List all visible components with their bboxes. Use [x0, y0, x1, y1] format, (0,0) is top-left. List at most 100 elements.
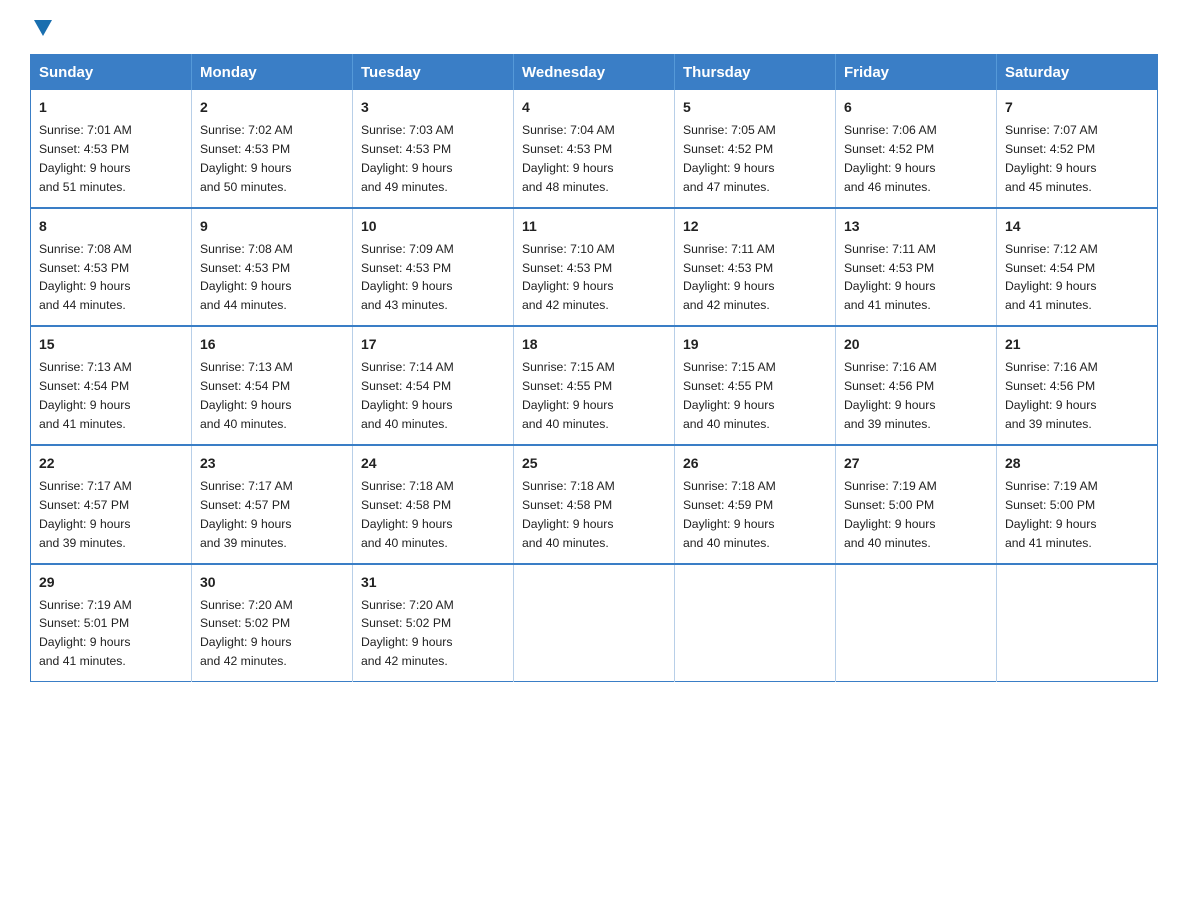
calendar-day-cell [836, 564, 997, 682]
day-number: 10 [361, 216, 505, 237]
day-number: 12 [683, 216, 827, 237]
calendar-day-cell: 16 Sunrise: 7:13 AMSunset: 4:54 PMDaylig… [192, 326, 353, 445]
day-number: 14 [1005, 216, 1149, 237]
day-info: Sunrise: 7:16 AMSunset: 4:56 PMDaylight:… [1005, 360, 1098, 431]
day-number: 31 [361, 572, 505, 593]
calendar-day-cell: 6 Sunrise: 7:06 AMSunset: 4:52 PMDayligh… [836, 90, 997, 208]
calendar-day-cell: 7 Sunrise: 7:07 AMSunset: 4:52 PMDayligh… [997, 90, 1158, 208]
day-info: Sunrise: 7:16 AMSunset: 4:56 PMDaylight:… [844, 360, 937, 431]
day-of-week-header: Wednesday [514, 55, 675, 91]
calendar-day-cell: 12 Sunrise: 7:11 AMSunset: 4:53 PMDaylig… [675, 208, 836, 327]
logo-triangle-icon [34, 20, 52, 36]
day-number: 6 [844, 97, 988, 118]
day-info: Sunrise: 7:20 AMSunset: 5:02 PMDaylight:… [200, 598, 293, 669]
day-info: Sunrise: 7:03 AMSunset: 4:53 PMDaylight:… [361, 123, 454, 194]
calendar-header-row: SundayMondayTuesdayWednesdayThursdayFrid… [31, 55, 1158, 91]
day-of-week-header: Sunday [31, 55, 192, 91]
day-number: 16 [200, 334, 344, 355]
day-number: 26 [683, 453, 827, 474]
day-info: Sunrise: 7:15 AMSunset: 4:55 PMDaylight:… [522, 360, 615, 431]
day-info: Sunrise: 7:15 AMSunset: 4:55 PMDaylight:… [683, 360, 776, 431]
day-number: 8 [39, 216, 183, 237]
day-info: Sunrise: 7:04 AMSunset: 4:53 PMDaylight:… [522, 123, 615, 194]
day-info: Sunrise: 7:19 AMSunset: 5:00 PMDaylight:… [1005, 479, 1098, 550]
calendar-day-cell: 3 Sunrise: 7:03 AMSunset: 4:53 PMDayligh… [353, 90, 514, 208]
calendar-day-cell: 13 Sunrise: 7:11 AMSunset: 4:53 PMDaylig… [836, 208, 997, 327]
day-info: Sunrise: 7:12 AMSunset: 4:54 PMDaylight:… [1005, 242, 1098, 313]
calendar-day-cell: 1 Sunrise: 7:01 AMSunset: 4:53 PMDayligh… [31, 90, 192, 208]
calendar-day-cell: 29 Sunrise: 7:19 AMSunset: 5:01 PMDaylig… [31, 564, 192, 682]
day-info: Sunrise: 7:09 AMSunset: 4:53 PMDaylight:… [361, 242, 454, 313]
calendar-day-cell [675, 564, 836, 682]
day-number: 27 [844, 453, 988, 474]
day-info: Sunrise: 7:01 AMSunset: 4:53 PMDaylight:… [39, 123, 132, 194]
day-of-week-header: Thursday [675, 55, 836, 91]
day-of-week-header: Saturday [997, 55, 1158, 91]
calendar-day-cell [514, 564, 675, 682]
day-number: 2 [200, 97, 344, 118]
calendar-day-cell: 17 Sunrise: 7:14 AMSunset: 4:54 PMDaylig… [353, 326, 514, 445]
calendar-day-cell: 2 Sunrise: 7:02 AMSunset: 4:53 PMDayligh… [192, 90, 353, 208]
day-number: 9 [200, 216, 344, 237]
day-info: Sunrise: 7:06 AMSunset: 4:52 PMDaylight:… [844, 123, 937, 194]
calendar-day-cell [997, 564, 1158, 682]
calendar-day-cell: 28 Sunrise: 7:19 AMSunset: 5:00 PMDaylig… [997, 445, 1158, 564]
day-of-week-header: Tuesday [353, 55, 514, 91]
day-number: 22 [39, 453, 183, 474]
day-number: 17 [361, 334, 505, 355]
day-number: 25 [522, 453, 666, 474]
day-of-week-header: Friday [836, 55, 997, 91]
day-info: Sunrise: 7:13 AMSunset: 4:54 PMDaylight:… [39, 360, 132, 431]
day-number: 18 [522, 334, 666, 355]
calendar-table: SundayMondayTuesdayWednesdayThursdayFrid… [30, 54, 1158, 682]
day-info: Sunrise: 7:18 AMSunset: 4:59 PMDaylight:… [683, 479, 776, 550]
day-number: 24 [361, 453, 505, 474]
day-info: Sunrise: 7:10 AMSunset: 4:53 PMDaylight:… [522, 242, 615, 313]
calendar-day-cell: 11 Sunrise: 7:10 AMSunset: 4:53 PMDaylig… [514, 208, 675, 327]
day-number: 28 [1005, 453, 1149, 474]
calendar-week-row: 1 Sunrise: 7:01 AMSunset: 4:53 PMDayligh… [31, 90, 1158, 208]
day-info: Sunrise: 7:07 AMSunset: 4:52 PMDaylight:… [1005, 123, 1098, 194]
calendar-day-cell: 14 Sunrise: 7:12 AMSunset: 4:54 PMDaylig… [997, 208, 1158, 327]
day-number: 30 [200, 572, 344, 593]
calendar-day-cell: 8 Sunrise: 7:08 AMSunset: 4:53 PMDayligh… [31, 208, 192, 327]
day-number: 11 [522, 216, 666, 237]
day-info: Sunrise: 7:05 AMSunset: 4:52 PMDaylight:… [683, 123, 776, 194]
calendar-day-cell: 10 Sunrise: 7:09 AMSunset: 4:53 PMDaylig… [353, 208, 514, 327]
calendar-day-cell: 4 Sunrise: 7:04 AMSunset: 4:53 PMDayligh… [514, 90, 675, 208]
day-number: 20 [844, 334, 988, 355]
logo [30, 20, 52, 36]
day-number: 15 [39, 334, 183, 355]
calendar-day-cell: 24 Sunrise: 7:18 AMSunset: 4:58 PMDaylig… [353, 445, 514, 564]
day-number: 4 [522, 97, 666, 118]
day-info: Sunrise: 7:02 AMSunset: 4:53 PMDaylight:… [200, 123, 293, 194]
calendar-day-cell: 21 Sunrise: 7:16 AMSunset: 4:56 PMDaylig… [997, 326, 1158, 445]
day-info: Sunrise: 7:13 AMSunset: 4:54 PMDaylight:… [200, 360, 293, 431]
day-number: 7 [1005, 97, 1149, 118]
day-info: Sunrise: 7:18 AMSunset: 4:58 PMDaylight:… [361, 479, 454, 550]
calendar-day-cell: 26 Sunrise: 7:18 AMSunset: 4:59 PMDaylig… [675, 445, 836, 564]
day-info: Sunrise: 7:17 AMSunset: 4:57 PMDaylight:… [39, 479, 132, 550]
day-number: 1 [39, 97, 183, 118]
calendar-day-cell: 20 Sunrise: 7:16 AMSunset: 4:56 PMDaylig… [836, 326, 997, 445]
calendar-day-cell: 9 Sunrise: 7:08 AMSunset: 4:53 PMDayligh… [192, 208, 353, 327]
day-info: Sunrise: 7:17 AMSunset: 4:57 PMDaylight:… [200, 479, 293, 550]
day-info: Sunrise: 7:14 AMSunset: 4:54 PMDaylight:… [361, 360, 454, 431]
calendar-day-cell: 23 Sunrise: 7:17 AMSunset: 4:57 PMDaylig… [192, 445, 353, 564]
calendar-day-cell: 27 Sunrise: 7:19 AMSunset: 5:00 PMDaylig… [836, 445, 997, 564]
day-number: 19 [683, 334, 827, 355]
day-info: Sunrise: 7:19 AMSunset: 5:00 PMDaylight:… [844, 479, 937, 550]
day-number: 3 [361, 97, 505, 118]
day-number: 21 [1005, 334, 1149, 355]
day-number: 29 [39, 572, 183, 593]
day-info: Sunrise: 7:18 AMSunset: 4:58 PMDaylight:… [522, 479, 615, 550]
day-info: Sunrise: 7:19 AMSunset: 5:01 PMDaylight:… [39, 598, 132, 669]
page-header [30, 20, 1158, 36]
calendar-week-row: 8 Sunrise: 7:08 AMSunset: 4:53 PMDayligh… [31, 208, 1158, 327]
day-info: Sunrise: 7:11 AMSunset: 4:53 PMDaylight:… [844, 242, 936, 313]
calendar-day-cell: 22 Sunrise: 7:17 AMSunset: 4:57 PMDaylig… [31, 445, 192, 564]
day-info: Sunrise: 7:11 AMSunset: 4:53 PMDaylight:… [683, 242, 775, 313]
calendar-week-row: 15 Sunrise: 7:13 AMSunset: 4:54 PMDaylig… [31, 326, 1158, 445]
calendar-day-cell: 31 Sunrise: 7:20 AMSunset: 5:02 PMDaylig… [353, 564, 514, 682]
calendar-day-cell: 15 Sunrise: 7:13 AMSunset: 4:54 PMDaylig… [31, 326, 192, 445]
